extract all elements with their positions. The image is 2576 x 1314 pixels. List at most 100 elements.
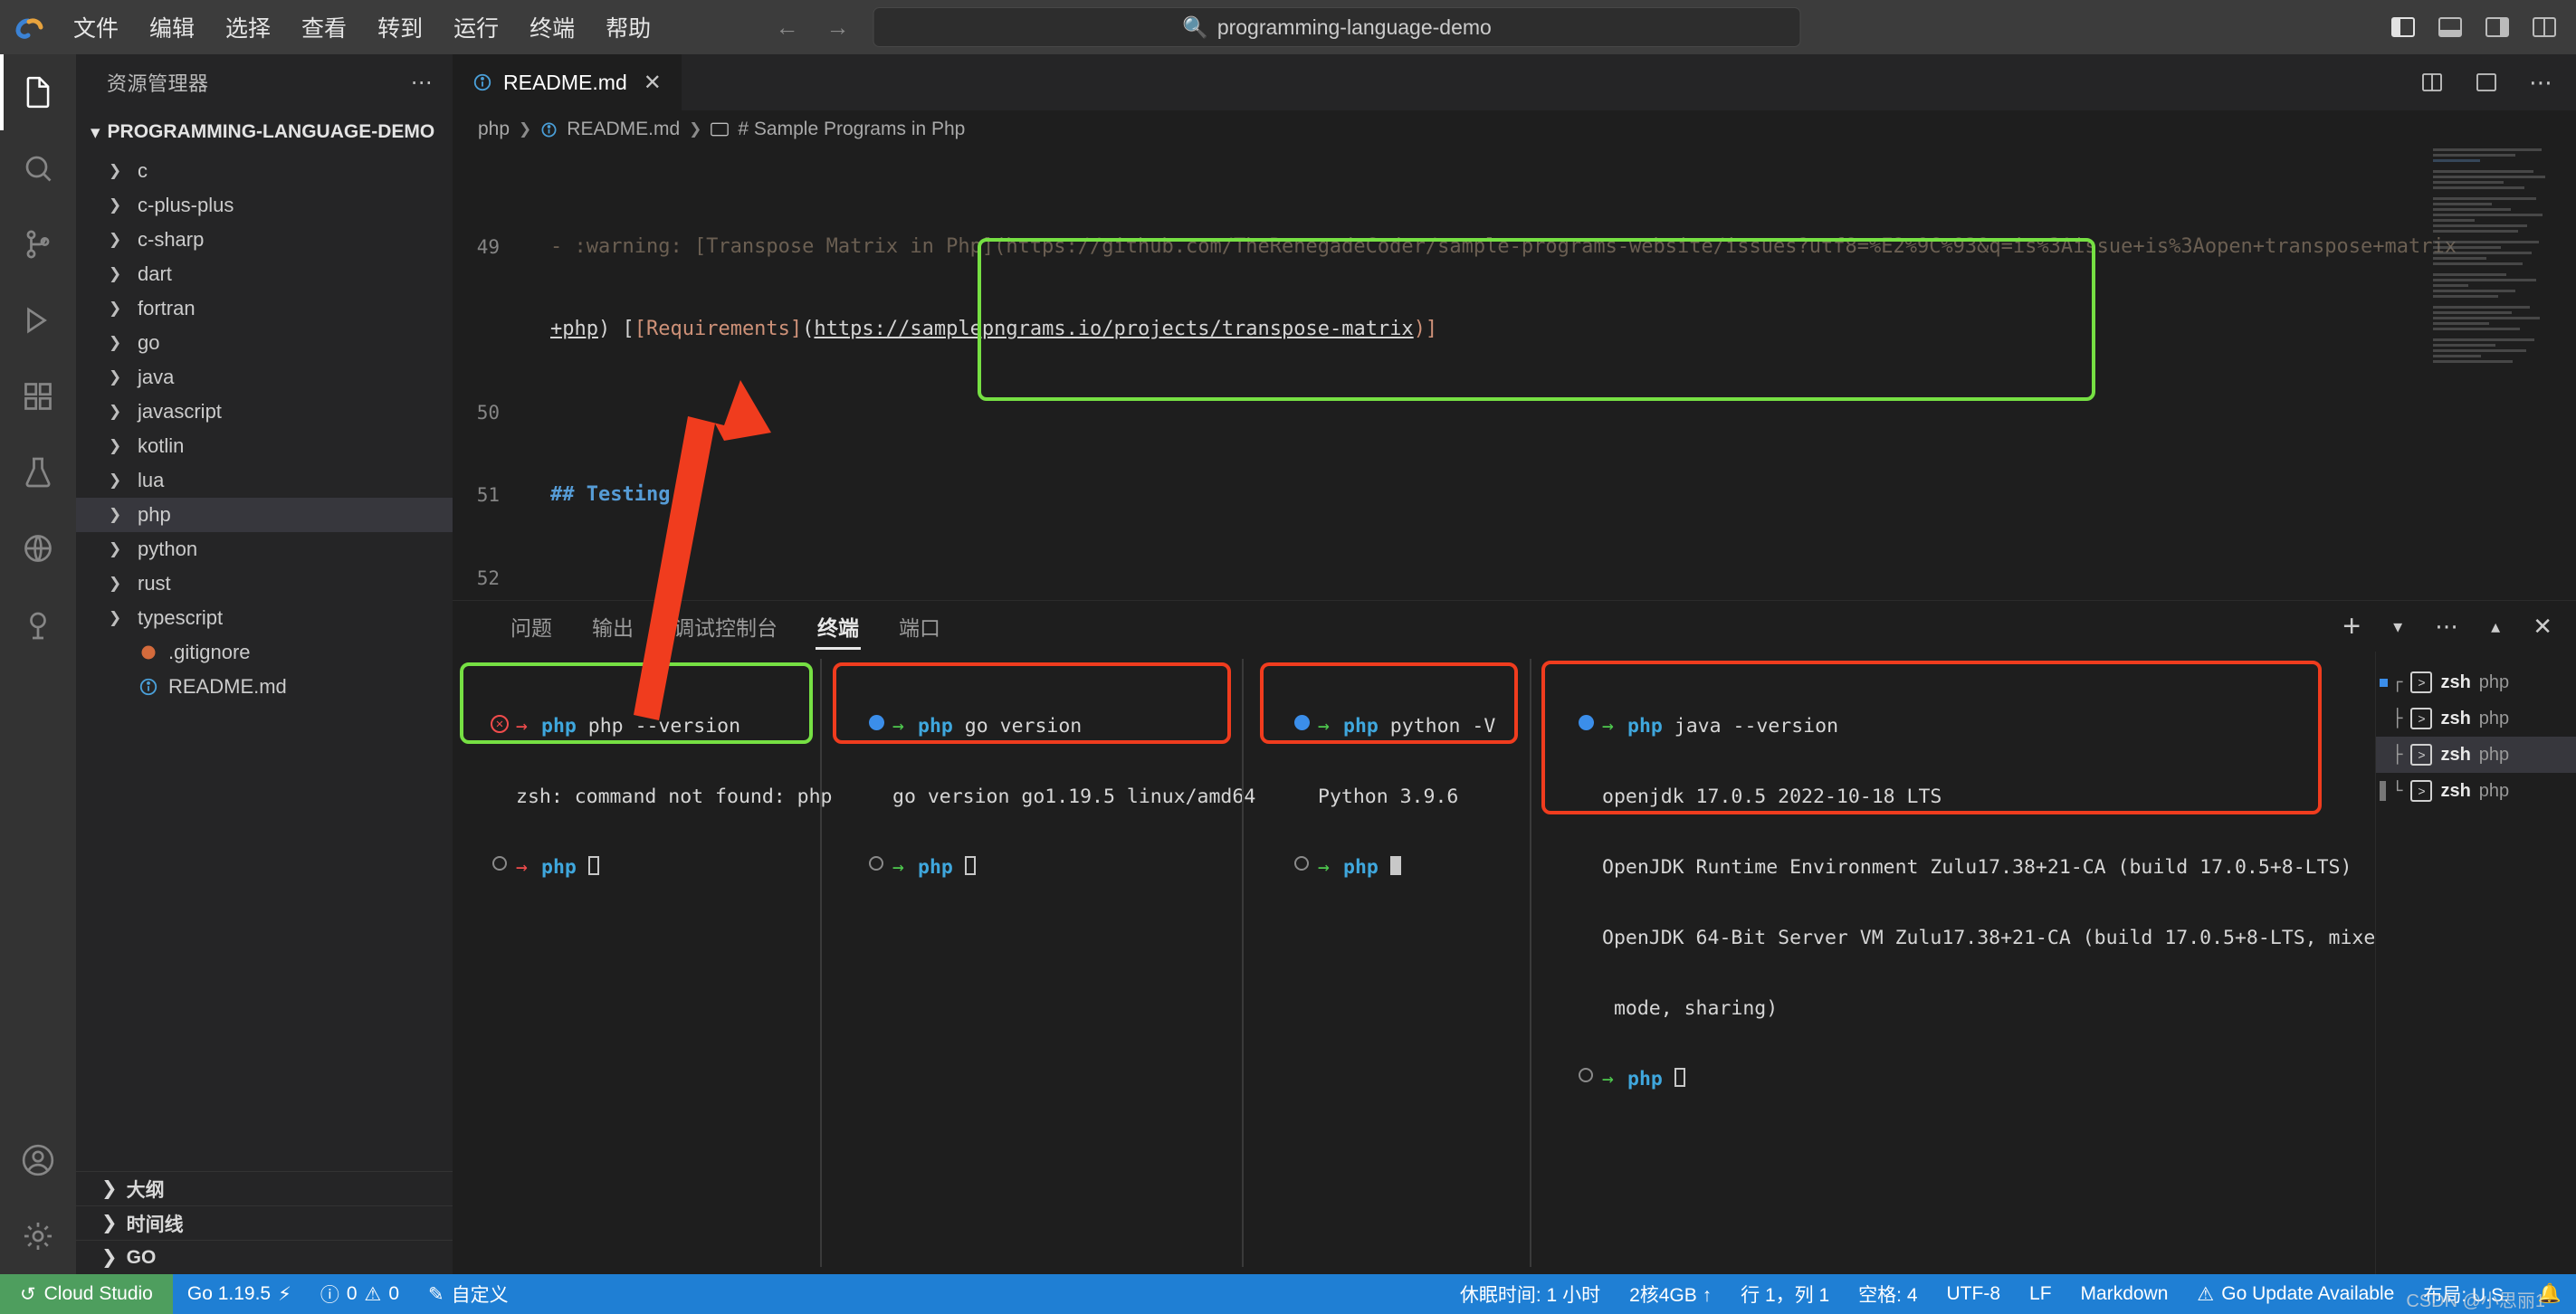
tree-item-go[interactable]: ❯ go	[76, 326, 453, 360]
activity-search[interactable]	[0, 130, 76, 206]
status-problems[interactable]: ⓘ 0 ⚠ 0	[306, 1274, 414, 1314]
panel-tab-problems[interactable]: 问题	[491, 601, 572, 652]
activity-run-debug[interactable]	[0, 282, 76, 358]
activity-explorer[interactable]	[0, 54, 76, 130]
add-terminal-icon[interactable]: +	[2342, 611, 2361, 642]
menu-go[interactable]: 转到	[362, 5, 438, 49]
terminal-3[interactable]: → php python -V Python 3.9.6 → php	[1265, 652, 1537, 1274]
status-encoding[interactable]: UTF-8	[1932, 1274, 2016, 1314]
activity-remote-explorer[interactable]	[0, 510, 76, 586]
open-changes-icon[interactable]	[2475, 71, 2498, 93]
sidebar-panel-timeline[interactable]: ❯ 时间线	[76, 1205, 453, 1240]
menu-terminal[interactable]: 终端	[514, 5, 590, 49]
status-cloud-studio[interactable]: ↺ Cloud Studio	[0, 1274, 173, 1314]
menu-edit[interactable]: 编辑	[134, 5, 210, 49]
status-language-mode[interactable]: Markdown	[2066, 1274, 2183, 1314]
status-custom[interactable]: ✎ 自定义	[414, 1274, 523, 1314]
panel-tab-terminal[interactable]: 终端	[797, 601, 879, 652]
tree-item-readme[interactable]: README.md	[76, 670, 453, 704]
quick-open-input[interactable]: 🔍 programming-language-demo	[873, 7, 1801, 47]
menu-help[interactable]: 帮助	[590, 5, 666, 49]
status-sleep-time[interactable]: 休眠时间: 1 小时	[1445, 1274, 1615, 1314]
terminal-list-item-1[interactable]: ┌ > zsh php	[2376, 664, 2576, 700]
tree-item-kotlin[interactable]: ❯ kotlin	[76, 429, 453, 463]
code-line-52: 52	[453, 565, 2576, 593]
tree-item-dart[interactable]: ❯ dart	[76, 257, 453, 291]
terminal-split-divider[interactable]	[820, 659, 822, 1267]
sidebar-panel-go[interactable]: ❯ GO	[76, 1240, 453, 1274]
chevron-right-icon: ❯	[109, 265, 122, 282]
arrow-left-icon[interactable]: ←	[776, 14, 799, 42]
activity-testing[interactable]	[0, 434, 76, 510]
menu-file[interactable]: 文件	[58, 5, 134, 49]
editor-vertical-scrollbar[interactable]	[2552, 148, 2576, 600]
more-actions-icon[interactable]: ⋯	[2529, 69, 2552, 97]
tree-item-c-plus-plus[interactable]: ❯ c-plus-plus	[76, 188, 453, 223]
breadcrumb-item-readme[interactable]: README.md	[567, 119, 680, 140]
tree-item-php[interactable]: ❯ php	[76, 498, 453, 532]
panel-tab-ports[interactable]: 端口	[879, 601, 960, 652]
status-cursor-position[interactable]: 行 1，列 1	[1726, 1274, 1844, 1314]
activity-settings-gear[interactable]	[0, 1198, 76, 1274]
status-resources-label: 2核4GB ↑	[1629, 1285, 1713, 1306]
tree-item-lua[interactable]: ❯ lua	[76, 463, 453, 498]
sidebar-panel-outline[interactable]: ❯ 大纲	[76, 1171, 453, 1205]
arrow-right-icon[interactable]: →	[826, 14, 850, 42]
panel-tab-debug-console[interactable]: 调试控制台	[654, 601, 797, 652]
panel-right-icon[interactable]	[2485, 16, 2509, 38]
tree-item-rust[interactable]: ❯ rust	[76, 567, 453, 601]
menu-select[interactable]: 选择	[210, 5, 286, 49]
close-icon[interactable]: ✕	[644, 70, 662, 96]
status-go-update[interactable]: ⚠ Go Update Available	[2182, 1274, 2409, 1314]
tree-item-python[interactable]: ❯ python	[76, 532, 453, 567]
tab-readme-md[interactable]: README.md ✕	[453, 54, 682, 110]
chevron-right-icon: ❯	[689, 120, 702, 138]
panel-left-icon[interactable]	[2391, 16, 2415, 38]
terminal-split-divider[interactable]	[1242, 659, 1244, 1267]
terminal-2[interactable]: → php go version go version go1.19.5 lin…	[840, 652, 1256, 1274]
tree-item-c-sharp[interactable]: ❯ c-sharp	[76, 223, 453, 257]
ellipsis-icon[interactable]: ⋯	[2435, 613, 2458, 641]
terminal-list-item-2[interactable]: ├ > zsh php	[2376, 700, 2576, 737]
menu-run[interactable]: 运行	[438, 5, 514, 49]
terminal-list-sub: php	[2478, 708, 2510, 728]
menu-view[interactable]: 查看	[286, 5, 362, 49]
breadcrumb-item-heading[interactable]: # Sample Programs in Php	[738, 119, 965, 140]
explorer-root-folder[interactable]: ▾ PROGRAMMING-LANGUAGE-DEMO	[76, 110, 453, 154]
tree-item-c[interactable]: ❯ c	[76, 154, 453, 188]
editor-content[interactable]: 49 - :warning: [Transpose Matrix in Php]…	[453, 148, 2576, 600]
layout-grid-icon[interactable]	[2533, 16, 2556, 38]
split-editor-icon[interactable]	[2420, 71, 2444, 93]
ellipsis-icon[interactable]: ⋯	[411, 70, 434, 96]
prompt-dir: php	[1343, 715, 1379, 738]
chevron-down-icon[interactable]: ▾	[2393, 615, 2402, 638]
terminal-list-item-3[interactable]: ├ > zsh php	[2376, 737, 2576, 773]
breadcrumb-item-php[interactable]: php	[478, 119, 510, 140]
status-eol[interactable]: LF	[2015, 1274, 2066, 1314]
terminal-split-area[interactable]: ✕ → php php --version zsh: command not f…	[453, 652, 2387, 1274]
terminal-1[interactable]: ✕ → php php --version zsh: command not f…	[463, 652, 833, 1274]
tree-item-java[interactable]: ❯ java	[76, 360, 453, 395]
tree-item-javascript[interactable]: ❯ javascript	[76, 395, 453, 429]
activity-plugin-circle[interactable]	[0, 586, 76, 662]
editor-minimap[interactable]	[2433, 148, 2551, 483]
status-indentation[interactable]: 空格: 4	[1844, 1274, 1932, 1314]
panel-bottom-icon[interactable]	[2438, 16, 2462, 38]
activity-extensions[interactable]	[0, 358, 76, 434]
tree-item-gitignore[interactable]: .gitignore	[76, 635, 453, 670]
tree-item-fortran[interactable]: ❯ fortran	[76, 291, 453, 326]
panel-tab-output[interactable]: 输出	[572, 601, 654, 652]
terminal-4[interactable]: → php java --version openjdk 17.0.5 2022…	[1550, 652, 2387, 1274]
activity-account[interactable]	[0, 1122, 76, 1198]
terminal-line: go version go1.19.5 linux/amd64	[860, 786, 1256, 809]
terminal-split-divider[interactable]	[1530, 659, 1531, 1267]
status-resources[interactable]: 2核4GB ↑	[1615, 1274, 1726, 1314]
chevron-up-icon[interactable]: ▴	[2491, 615, 2500, 638]
terminal-command: php --version	[587, 715, 741, 738]
close-icon[interactable]: ✕	[2533, 613, 2552, 641]
status-go-version[interactable]: Go 1.19.5 ⚡	[173, 1274, 306, 1314]
terminal-list-item-4[interactable]: └ > zsh php	[2376, 773, 2576, 809]
activity-source-control[interactable]	[0, 206, 76, 282]
sidebar-panel-label: 时间线	[126, 1214, 184, 1235]
tree-item-typescript[interactable]: ❯ typescript	[76, 601, 453, 635]
